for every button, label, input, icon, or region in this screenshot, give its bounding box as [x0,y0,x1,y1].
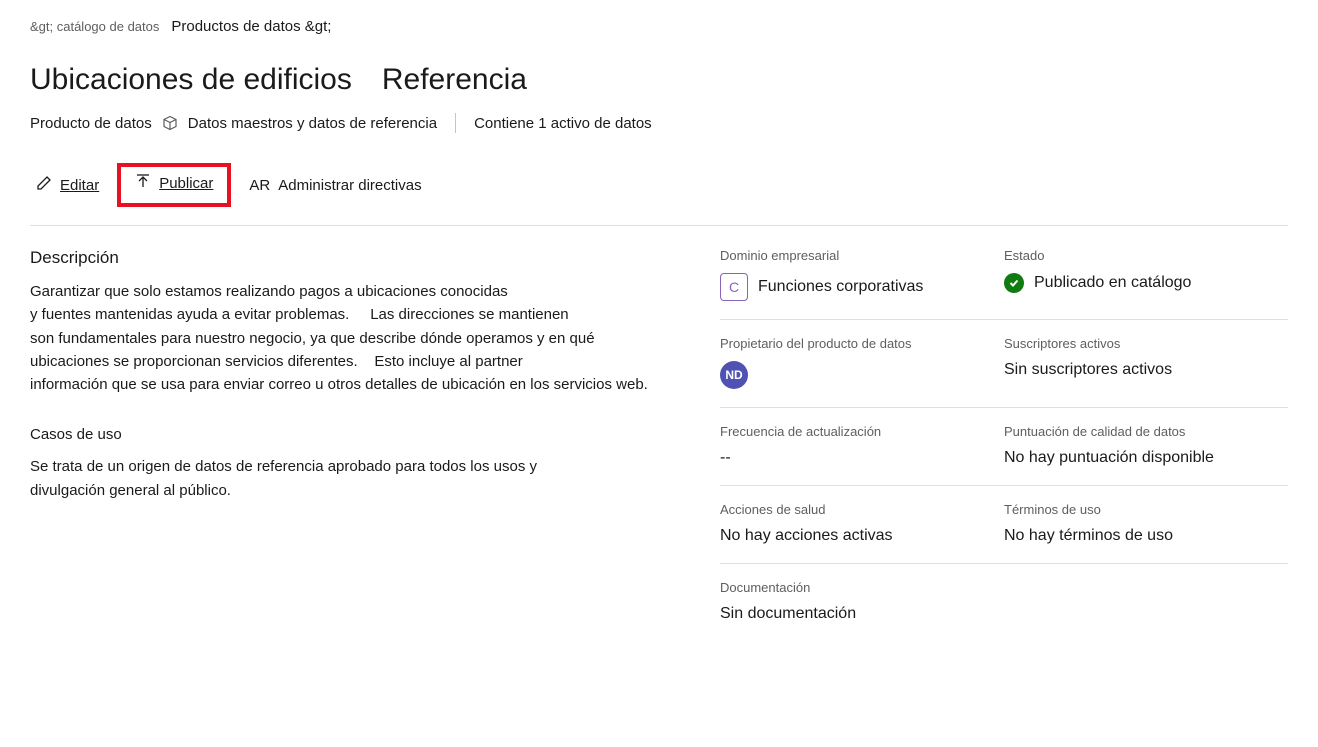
description-line: ubicaciones se proporcionan servicios di… [30,350,680,373]
prop-value-text: Sin documentación [720,605,1288,623]
properties-panel: Dominio empresarial C Funciones corporat… [720,248,1288,657]
prop-label: Puntuación de calidad de datos [1004,424,1288,439]
prop-quality: Puntuación de calidad de datos No hay pu… [1004,424,1288,467]
prop-value-text: Sin suscriptores activos [1004,361,1288,379]
page-title: Ubicaciones de edificios [30,63,352,97]
prop-docs: Documentación Sin documentación [720,580,1288,623]
prop-label: Suscriptores activos [1004,336,1288,351]
prop-value-text: -- [720,449,1004,467]
prop-label: Términos de uso [1004,502,1288,517]
prop-value-text: No hay términos de uso [1004,527,1288,545]
prop-business-domain: Dominio empresarial C Funciones corporat… [720,248,1004,301]
publish-label: Publicar [159,175,213,192]
description-section: Descripción Garantizar que solo estamos … [30,248,680,396]
cube-icon [162,115,178,131]
description-heading: Descripción [30,248,680,268]
ar-badge: AR [249,177,270,194]
description-line: son fundamentales para nuestro negocio, … [30,327,680,350]
pencil-icon [36,175,52,195]
prop-value-text: No hay puntuación disponible [1004,449,1288,467]
action-bar: Editar Publicar AR Administrar directiva… [30,163,1288,226]
prop-label: Estado [1004,248,1288,263]
prop-update-freq: Frecuencia de actualización -- [720,424,1004,467]
reference-tag: Referencia [382,63,527,97]
publish-button[interactable]: Publicar [129,169,219,197]
breadcrumb-crumb-1[interactable]: &gt; catálogo de datos [30,19,159,34]
manage-policies-label: Administrar directivas [278,177,421,194]
use-cases-heading: Casos de uso [30,426,680,443]
prop-value-text: No hay acciones activas [720,527,1004,545]
use-cases-section: Casos de uso Se trata de un origen de da… [30,426,680,502]
description-line: información que se usa para enviar corre… [30,373,680,396]
publish-highlight: Publicar [117,163,231,207]
avatar[interactable]: ND [720,361,748,389]
prop-label: Dominio empresarial [720,248,1004,263]
prop-status: Estado Publicado en catálogo [1004,248,1288,301]
product-category: Datos maestros y datos de referencia [188,115,437,132]
asset-count: Contiene 1 activo de datos [474,115,652,132]
page-title-row: Ubicaciones de edificios Referencia [30,63,1288,97]
divider [455,113,456,133]
prop-subscribers: Suscriptores activos Sin suscriptores ac… [1004,336,1288,389]
check-circle-icon [1004,273,1024,293]
prop-owner: Propietario del producto de datos ND [720,336,1004,389]
prop-label: Acciones de salud [720,502,1004,517]
prop-value-text: Publicado en catálogo [1034,274,1191,292]
edit-button[interactable]: Editar [30,171,105,199]
product-type-label: Producto de datos [30,115,152,132]
prop-label: Documentación [720,580,1288,595]
breadcrumb-crumb-2[interactable]: Productos de datos &gt; [171,18,331,35]
prop-health: Acciones de salud No hay acciones activa… [720,502,1004,545]
use-cases-line: Se trata de un origen de datos de refere… [30,455,680,478]
manage-policies-button[interactable]: AR Administrar directivas [243,173,427,198]
description-line: y fuentes mantenidas ayuda a evitar prob… [30,303,680,326]
prop-value-text[interactable]: Funciones corporativas [758,278,923,296]
prop-terms: Términos de uso No hay términos de uso [1004,502,1288,545]
publish-icon [135,173,151,193]
domain-badge-icon: C [720,273,748,301]
edit-label: Editar [60,177,99,194]
breadcrumb: &gt; catálogo de datos Productos de dato… [30,18,1288,35]
description-line: Garantizar que solo estamos realizando p… [30,280,680,303]
prop-label: Frecuencia de actualización [720,424,1004,439]
use-cases-line: divulgación general al público. [30,479,680,502]
prop-label: Propietario del producto de datos [720,336,1004,351]
subtitle-row: Producto de datos Datos maestros y datos… [30,113,1288,133]
